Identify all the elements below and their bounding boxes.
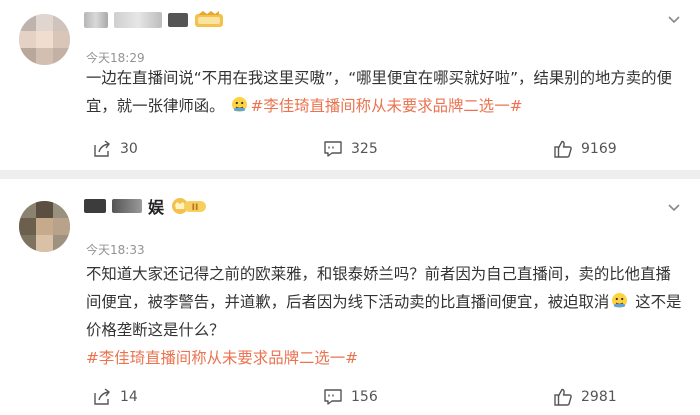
comment-count: 156	[351, 389, 378, 405]
share-count: 14	[120, 389, 138, 405]
share-count: 30	[120, 141, 138, 157]
action-bar: 30 325 9169	[0, 138, 700, 160]
redacted-name	[114, 12, 162, 28]
share-button[interactable]: 14	[92, 386, 138, 408]
vip-badge-icon: II	[171, 197, 207, 215]
more-icon[interactable]	[666, 200, 682, 216]
redacted-name	[84, 12, 108, 28]
share-button[interactable]: 30	[92, 138, 138, 160]
like-count: 9169	[581, 141, 617, 157]
redacted-name	[168, 13, 188, 27]
username: 娱	[148, 198, 166, 217]
action-bar: 14 156 2981	[0, 386, 700, 408]
avatar[interactable]	[19, 14, 70, 65]
username-row[interactable]: 娱 II	[84, 195, 207, 217]
redacted-name	[84, 199, 106, 213]
post-card: 娱 II 今天18:33 不知道大家还记得之前的欧莱雅，和银泰娇兰吗？前者因为自…	[0, 179, 700, 415]
like-button[interactable]: 2981	[553, 386, 617, 408]
share-icon	[94, 140, 110, 157]
like-icon	[554, 388, 572, 406]
comment-count: 325	[351, 141, 378, 157]
hashtag-link[interactable]: #李佳琦直播间称从未要求品牌二选一#	[250, 97, 522, 115]
post-divider	[0, 170, 700, 179]
like-icon	[554, 140, 572, 158]
emoji-icon	[611, 290, 628, 308]
more-icon[interactable]	[666, 12, 682, 28]
redacted-name	[112, 199, 142, 213]
vip-badge-icon	[194, 11, 224, 29]
avatar[interactable]	[19, 201, 70, 252]
comment-icon	[324, 141, 342, 157]
like-count: 2981	[581, 389, 617, 405]
like-button[interactable]: 9169	[553, 138, 617, 160]
hashtag-link[interactable]: #李佳琦直播间称从未要求品牌二选一#	[86, 349, 358, 367]
post-text: 不知道大家还记得之前的欧莱雅，和银泰娇兰吗？前者因为自己直播间，卖的比他直播间便…	[86, 265, 671, 311]
emoji-icon	[231, 94, 248, 112]
post-body: 不知道大家还记得之前的欧莱雅，和银泰娇兰吗？前者因为自己直播间，卖的比他直播间便…	[86, 260, 686, 372]
comment-icon	[324, 389, 342, 405]
post-card: 今天18:29 一边在直播间说“不用在我这里买嗷”，“哪里便宜在哪买就好啦”，结…	[0, 0, 700, 170]
username-row[interactable]	[84, 9, 224, 31]
svg-text:II: II	[192, 203, 199, 213]
comment-button[interactable]: 156	[323, 386, 378, 408]
share-icon	[94, 388, 110, 405]
comment-button[interactable]: 325	[323, 138, 378, 160]
post-time: 今天18:33	[86, 243, 145, 257]
post-body: 一边在直播间说“不用在我这里买嗷”，“哪里便宜在哪买就好啦”，结果别的地方卖的便…	[86, 64, 686, 120]
